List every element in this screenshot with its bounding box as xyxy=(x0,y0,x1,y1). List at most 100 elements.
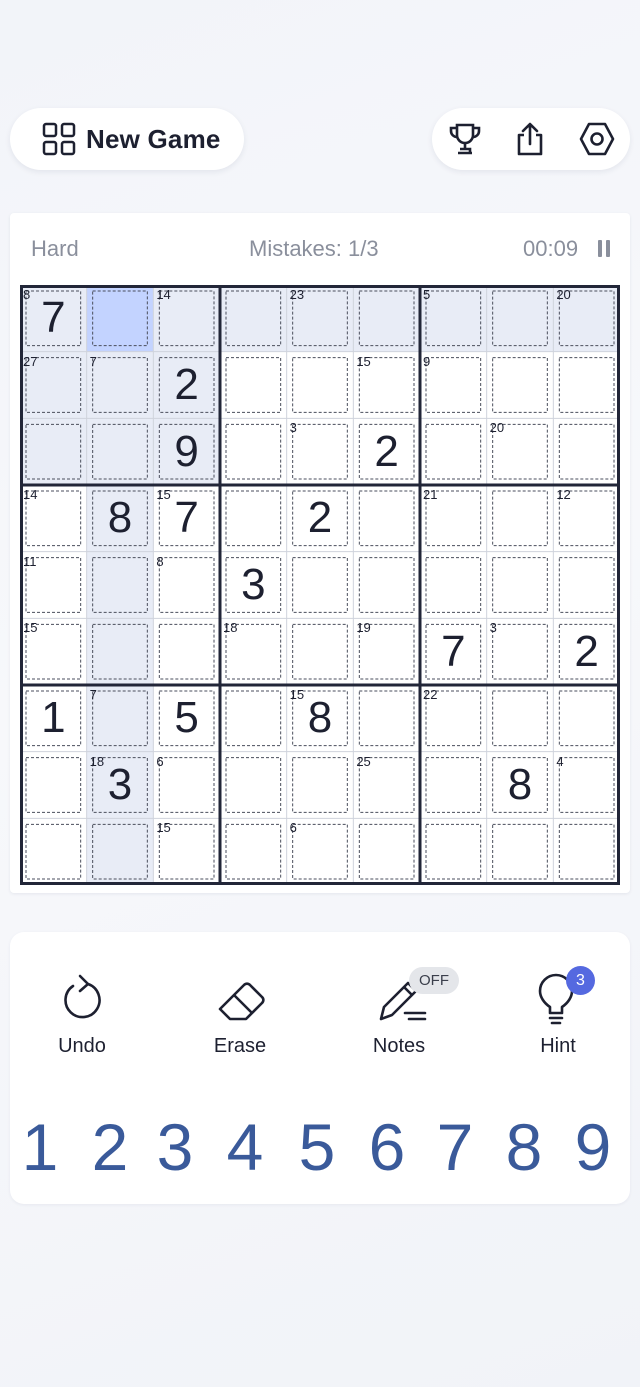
number-key-8[interactable]: 8 xyxy=(489,1105,559,1190)
cage-outline xyxy=(225,423,282,480)
cage-outline xyxy=(492,690,548,747)
cage-outline xyxy=(158,357,215,413)
eraser-icon xyxy=(218,982,265,1021)
cage-outline xyxy=(225,290,282,347)
cage-sum: 15 xyxy=(156,487,171,502)
cage-sum: 18 xyxy=(223,620,238,636)
cage-sum: 11 xyxy=(23,553,37,569)
cage-outline xyxy=(558,423,615,480)
cage-outline xyxy=(292,757,348,813)
share-icon[interactable] xyxy=(511,120,549,158)
cage-outline xyxy=(92,690,148,747)
cage-outline xyxy=(225,490,282,547)
cage-sum: 15 xyxy=(156,820,171,836)
cage-outline xyxy=(425,423,482,480)
cage-outline xyxy=(92,290,148,347)
timer: 00:09 xyxy=(523,236,579,261)
cage-sum: 7 xyxy=(89,353,97,369)
cage-outline xyxy=(358,423,415,480)
cage-outline xyxy=(492,490,548,547)
number-key-2[interactable]: 2 xyxy=(75,1105,145,1190)
pause-icon[interactable] xyxy=(598,240,610,257)
cage-outline xyxy=(25,423,82,480)
cage-outline xyxy=(292,623,348,680)
cage-sum: 4 xyxy=(556,753,564,769)
cage-outline xyxy=(292,823,348,880)
cage-outline xyxy=(92,357,148,413)
sudoku-grid: 729287237215838 8 14 23 5 20 27 7 15 9 3 20 14 15 21 1… xyxy=(20,285,620,885)
cage-outline xyxy=(492,823,548,880)
cage-outline xyxy=(558,623,615,680)
cage-sum: 6 xyxy=(156,753,164,769)
number-key-4[interactable]: 4 xyxy=(210,1105,280,1190)
hint-button[interactable]: Hint xyxy=(503,965,613,1065)
cage-sum: 3 xyxy=(489,620,497,636)
hint-label: Hint xyxy=(540,1035,576,1057)
cage-outline xyxy=(92,623,148,680)
cage-outline xyxy=(558,823,615,880)
cage-sum: 14 xyxy=(156,287,171,302)
cage-outline xyxy=(158,557,215,613)
cage-outline xyxy=(25,290,82,347)
cage-outline xyxy=(358,290,415,347)
cage-outline xyxy=(358,690,415,747)
cage-outline xyxy=(92,557,148,613)
grid-icon xyxy=(42,122,76,156)
cage-sum: 19 xyxy=(356,620,371,636)
cage-sum: 7 xyxy=(89,687,97,702)
cage-sum: 15 xyxy=(356,353,371,369)
cage-outline xyxy=(558,357,615,413)
cage-sum: 20 xyxy=(556,287,571,302)
cage-outline xyxy=(292,490,348,547)
cage-outline xyxy=(358,557,415,613)
notes-off-badge: OFF xyxy=(409,967,459,994)
cage-sum: 8 xyxy=(156,553,164,569)
number-key-6[interactable]: 6 xyxy=(352,1105,422,1190)
cage-outline xyxy=(492,623,548,680)
cage-outline xyxy=(92,823,148,880)
cage-sum: 15 xyxy=(23,620,38,636)
cage-outline xyxy=(558,557,615,613)
cage-outline xyxy=(492,557,548,613)
cage-outline xyxy=(225,690,282,747)
cage-outline xyxy=(158,423,215,480)
cage-outline xyxy=(25,690,82,747)
cage-sum: 5 xyxy=(423,287,431,302)
cage-outline xyxy=(292,357,348,413)
cage-sum: 15 xyxy=(289,687,305,702)
cage-outline xyxy=(225,557,282,613)
cage-outline xyxy=(92,423,148,480)
cage-outline xyxy=(492,357,548,413)
cage-outline xyxy=(358,823,415,880)
erase-button[interactable]: Erase xyxy=(185,965,295,1065)
cage-outline xyxy=(158,690,215,747)
cage-outline xyxy=(425,557,482,613)
number-key-5[interactable]: 5 xyxy=(282,1105,352,1190)
number-key-7[interactable]: 7 xyxy=(420,1105,490,1190)
cage-outline xyxy=(225,757,282,813)
cage-sum: 21 xyxy=(423,487,438,502)
cage-outline xyxy=(25,823,82,880)
trophy-icon[interactable] xyxy=(446,120,484,158)
cage-outline xyxy=(425,823,482,880)
settings-icon[interactable] xyxy=(578,120,616,158)
cage-sum: 12 xyxy=(556,487,571,502)
erase-label: Erase xyxy=(213,1035,267,1057)
number-key-3[interactable]: 3 xyxy=(140,1105,210,1190)
cage-outline xyxy=(492,290,548,347)
cage-sum: 14 xyxy=(23,487,38,502)
cage-sum: 27 xyxy=(23,353,38,369)
cage-outline xyxy=(558,690,615,747)
undo-button[interactable]: Undo xyxy=(27,965,137,1065)
grid-lines xyxy=(20,285,620,885)
undo-label: Undo xyxy=(58,1035,106,1057)
cage-outline xyxy=(225,357,282,413)
cage-outline xyxy=(158,757,215,813)
number-key-9[interactable]: 9 xyxy=(558,1105,628,1190)
new-game-button[interactable]: New Game xyxy=(10,108,244,170)
cage-outline xyxy=(425,290,482,347)
cage-outline xyxy=(292,423,348,480)
cage-outline xyxy=(25,757,82,813)
number-key-1[interactable]: 1 xyxy=(5,1105,75,1190)
toolbar xyxy=(432,108,630,170)
